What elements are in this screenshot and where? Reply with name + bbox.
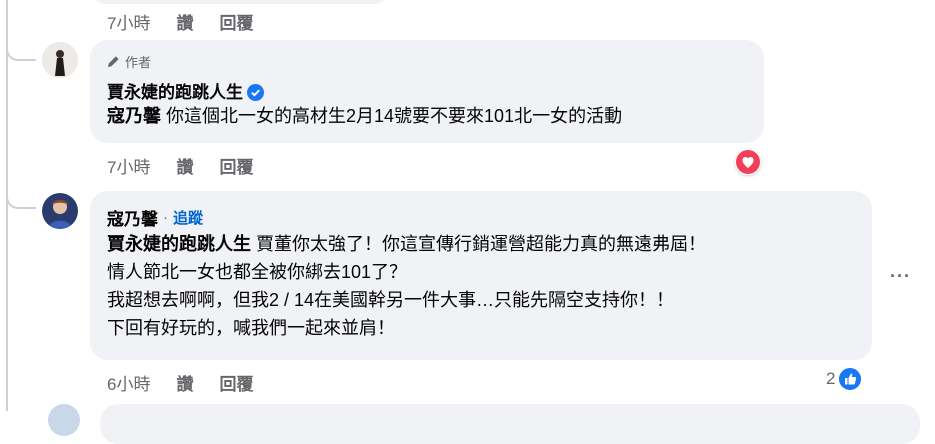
comment-line-2: 情人節北一女也都全被你綁去101了？ [107,262,408,282]
comment-time[interactable]: 7小時 [107,9,150,34]
reply-button[interactable]: 回覆 [219,153,253,178]
like-button[interactable]: 讚 [176,9,193,34]
comment-line-1: 賈永婕的跑跳人生 賈董你太強了！你這宣傳行銷運營超能力真的無遠弗屆！ [107,231,706,257]
comment-text: 寇乃馨 你這個北一女的高材生2月14號要不要來101北一女的活動 [107,103,622,129]
previous-comment-bubble [90,0,390,4]
previous-comment-meta: 7小時 讚 回覆 [107,9,279,34]
reply-comment-meta: 6小時 讚 回覆 [107,370,279,395]
like-button[interactable]: 讚 [176,153,193,178]
author-badge: 作者 [107,52,151,71]
next-comment-bubble [100,404,920,444]
thread-line [6,0,8,411]
reply-button[interactable]: 回覆 [219,370,253,395]
author-name-row: 賈永婕的跑跳人生 [107,78,264,106]
pencil-icon [107,55,120,68]
thread-elbow-2 [6,150,36,209]
mention-link[interactable]: 寇乃馨 [107,106,161,126]
author-badge-label: 作者 [125,55,152,70]
reaction-count: 2 [826,369,836,388]
separator-dot: · [163,209,168,226]
commenter-name[interactable]: 賈永婕的跑跳人生 [107,83,243,102]
avatar[interactable] [42,42,78,78]
commenter-name[interactable]: 寇乃馨 [107,205,158,230]
thread-elbow-1 [6,0,36,61]
avatar[interactable] [48,404,80,436]
author-comment-bubble: 作者 賈永婕的跑跳人生 寇乃馨 你這個北一女的高材生2月14號要不要來101北一… [90,40,764,143]
avatar[interactable] [42,193,78,229]
more-options-button[interactable]: ··· [890,266,911,287]
reply-button[interactable]: 回覆 [219,9,253,34]
reply-comment-bubble: 寇乃馨 · 追蹤 賈永婕的跑跳人生 賈董你太強了！你這宣傳行銷運營超能力真的無遠… [90,191,872,360]
comment-line-3: 我超想去啊啊，但我2 / 14在美國幹另一件大事…只能先隔空支持你！！ [107,290,675,310]
comment-line-4: 下回有好玩的，喊我們一起來並肩！ [107,318,395,338]
author-comment-meta: 7小時 讚 回覆 [107,153,279,178]
like-reaction-icon [837,366,864,392]
reply-header: 寇乃馨 · 追蹤 [107,205,203,230]
like-button[interactable]: 讚 [176,370,193,395]
comment-time[interactable]: 7小時 [107,153,150,178]
mention-link[interactable]: 賈永婕的跑跳人生 [107,234,251,254]
comment-body-line-1: 賈董你太強了！你這宣傳行銷運營超能力真的無遠弗屆！ [256,234,707,254]
comment-body: 你這個北一女的高材生2月14號要不要來101北一女的活動 [166,106,623,126]
follow-button[interactable]: 追蹤 [173,207,203,228]
love-reaction-icon[interactable] [735,149,761,175]
reaction-summary[interactable]: 2 [826,366,864,392]
comment-time[interactable]: 6小時 [107,370,150,395]
comment-text: 賈永婕的跑跳人生 賈董你太強了！你這宣傳行銷運營超能力真的無遠弗屆！ 情人節北一… [107,231,706,341]
